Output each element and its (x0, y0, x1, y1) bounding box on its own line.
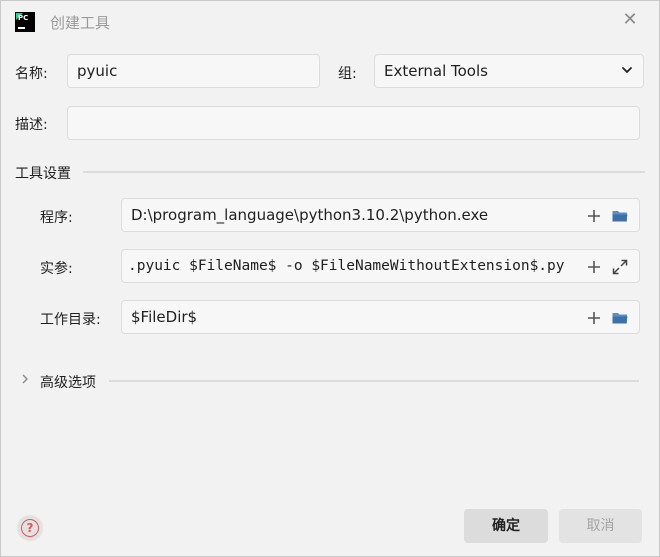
tool-settings-heading: 工具设置 (15, 166, 71, 182)
expand-icon[interactable] (611, 258, 629, 276)
description-label: 描述: (15, 117, 48, 133)
title-bar: PC 创建工具 ✕ (1, 1, 659, 41)
name-value: pyuic (77, 62, 118, 80)
group-value: External Tools (384, 62, 488, 80)
program-value: D:\program_language\python3.10.2\python.… (131, 206, 489, 224)
workdir-value: $FileDir$ (131, 308, 198, 326)
pycharm-icon: PC (15, 12, 35, 32)
program-field[interactable]: D:\program_language\python3.10.2\python.… (121, 198, 640, 232)
arguments-label: 实参: (40, 261, 73, 277)
chevron-down-icon (622, 67, 632, 73)
name-field[interactable]: pyuic (67, 54, 320, 88)
plus-icon[interactable] (585, 258, 603, 276)
arguments-field[interactable]: .pyuic $FileName$ -o $FileNameWithoutExt… (121, 249, 640, 283)
arguments-value: .pyuic $FileName$ -o $FileNameWithoutExt… (128, 258, 565, 274)
section-divider (83, 171, 645, 173)
description-field[interactable] (67, 106, 640, 140)
plus-icon[interactable] (585, 207, 603, 225)
group-select[interactable]: External Tools (374, 54, 644, 88)
help-icon[interactable]: ? (17, 515, 43, 541)
folder-icon[interactable] (611, 207, 629, 225)
workdir-field[interactable]: $FileDir$ (121, 300, 640, 334)
workdir-label: 工作目录: (40, 312, 101, 328)
folder-icon[interactable] (611, 309, 629, 327)
section-divider (109, 380, 639, 382)
advanced-options-toggle[interactable]: 高级选项 (40, 372, 96, 392)
create-tool-dialog: PC 创建工具 ✕ 名称: pyuic 组: External Tools 描述… (0, 0, 660, 557)
cancel-button[interactable]: 取消 (559, 509, 642, 543)
close-icon[interactable]: ✕ (621, 9, 639, 31)
plus-icon[interactable] (585, 309, 603, 327)
chevron-right-icon[interactable] (20, 373, 30, 385)
name-label: 名称: (15, 66, 48, 82)
group-label: 组: (338, 66, 357, 82)
window-title: 创建工具 (50, 14, 111, 32)
program-label: 程序: (40, 210, 73, 226)
ok-button[interactable]: 确定 (464, 509, 548, 543)
